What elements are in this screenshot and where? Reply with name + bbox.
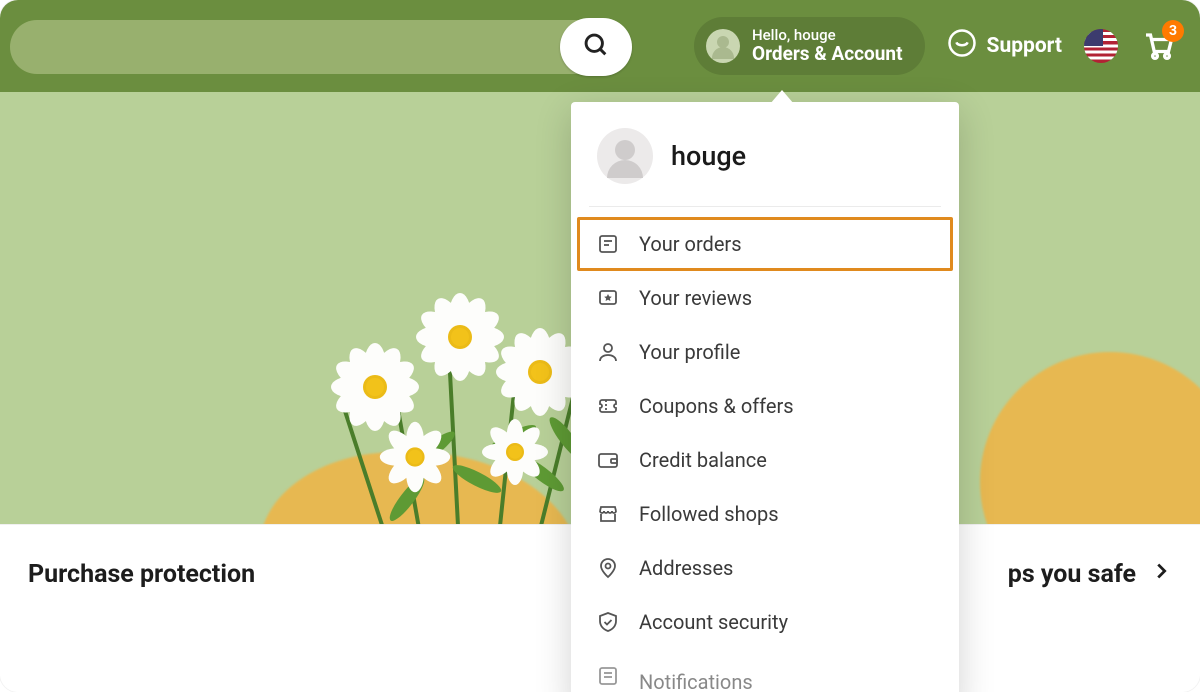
decor-blob (980, 352, 1200, 524)
menu-item-label: Credit balance (639, 448, 767, 472)
dropdown-header[interactable]: houge (571, 102, 959, 206)
cart-icon (1140, 47, 1176, 66)
keeps-you-safe-label: ps you safe (1008, 560, 1136, 589)
orders-icon (595, 231, 621, 257)
menu-item-coupons[interactable]: Coupons & offers (571, 379, 959, 433)
menu-item-your-orders[interactable]: Your orders (577, 217, 953, 271)
menu-item-account-security[interactable]: Account security (571, 595, 959, 649)
cart-button[interactable]: 3 (1140, 26, 1176, 66)
search-icon (582, 31, 610, 63)
reviews-icon (595, 285, 621, 311)
dropdown-caret (770, 90, 794, 104)
menu-item-label: Notifications (639, 670, 753, 692)
profile-icon (595, 339, 621, 365)
menu-item-label: Your orders (639, 232, 742, 256)
app-window: Hello, houge Orders & Account Support 3 (0, 0, 1200, 692)
divider (589, 206, 941, 207)
avatar-icon (597, 128, 653, 184)
chevron-right-icon (1150, 560, 1172, 589)
search-button[interactable] (560, 18, 632, 76)
shield-icon (595, 609, 621, 635)
menu-item-label: Addresses (639, 556, 733, 580)
dropdown-username: houge (671, 140, 746, 172)
menu-item-credit-balance[interactable]: Credit balance (571, 433, 959, 487)
menu-item-label: Followed shops (639, 502, 779, 526)
wallet-icon (595, 447, 621, 473)
coupon-icon (595, 393, 621, 419)
hello-prefix: Hello, (752, 26, 794, 44)
account-menu-trigger[interactable]: Hello, houge Orders & Account (694, 17, 925, 75)
cart-badge: 3 (1162, 20, 1184, 42)
orders-account-label: Orders & Account (752, 43, 903, 65)
support-link[interactable]: Support (947, 28, 1062, 64)
shop-icon (595, 501, 621, 527)
location-icon (595, 555, 621, 581)
bell-icon (595, 663, 621, 689)
hello-username: houge (794, 26, 836, 44)
account-dropdown: houge Your orders Your reviews Your prof… (571, 102, 959, 692)
menu-item-label: Your reviews (639, 286, 752, 310)
search-bar-track[interactable] (10, 20, 630, 74)
avatar-icon (706, 29, 740, 63)
purchase-protection-label: Purchase protection (28, 560, 255, 589)
smile-icon (947, 28, 977, 64)
menu-item-your-reviews[interactable]: Your reviews (571, 271, 959, 325)
header: Hello, houge Orders & Account Support 3 (0, 0, 1200, 92)
menu-item-label: Your profile (639, 340, 740, 364)
menu-item-your-profile[interactable]: Your profile (571, 325, 959, 379)
menu-item-label: Coupons & offers (639, 394, 794, 418)
account-text: Hello, houge Orders & Account (752, 27, 903, 65)
menu-item-followed-shops[interactable]: Followed shops (571, 487, 959, 541)
keeps-you-safe-link[interactable]: ps you safe (1008, 560, 1172, 589)
menu-item-label: Account security (639, 610, 788, 634)
menu-item-notifications[interactable]: Notifications (571, 649, 959, 692)
support-label: Support (987, 34, 1062, 58)
menu-item-addresses[interactable]: Addresses (571, 541, 959, 595)
region-flag-us[interactable] (1084, 29, 1118, 63)
